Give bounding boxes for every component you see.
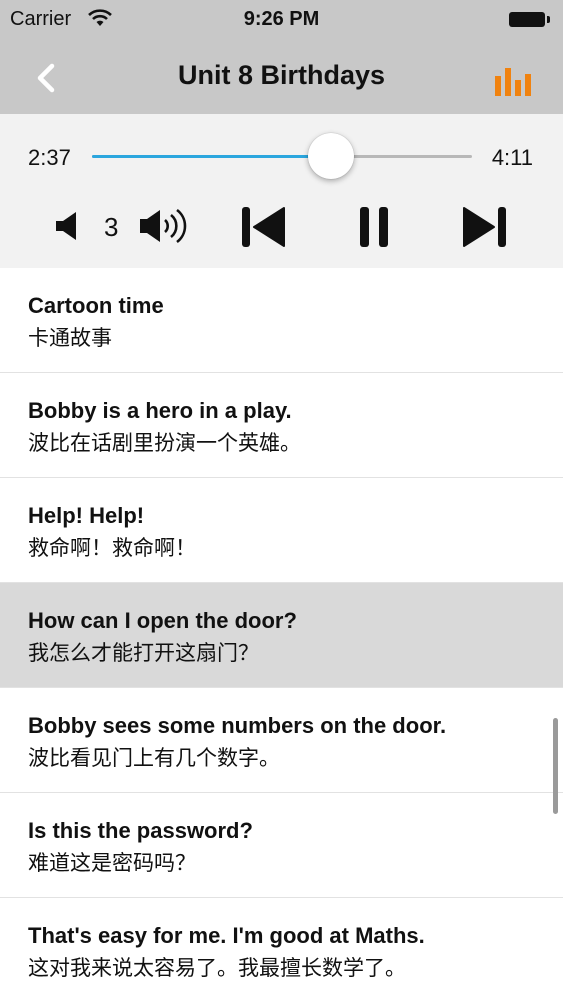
elapsed-time: 2:37 [28,145,71,170]
page-title: Unit 8 Birthdays [177,60,386,90]
chevron-left-icon [37,63,55,93]
sentence-chinese: 波比看见门上有几个数字。 [28,746,280,770]
total-time: 4:11 [491,145,533,170]
list-item[interactable]: That's easy for me. I'm good at Maths. 这… [0,898,563,1000]
battery-icon [509,12,551,27]
volume-down-button[interactable] [54,210,84,242]
progress-thumb[interactable] [308,133,355,179]
speaker-loud-icon [140,208,187,244]
sentence-chinese: 救命啊！救命啊！ [28,536,196,560]
sentence-list[interactable]: Cartoon time 卡通故事 Bobby is a hero in a p… [0,268,563,1000]
sentence-english: Is this the password? [28,818,253,843]
sentence-english: Help! Help! [28,503,145,528]
sentence-chinese: 卡通故事 [28,326,112,350]
list-item[interactable]: Help! Help! 救命啊！救命啊！ [0,478,563,583]
skip-forward-icon [463,207,506,247]
volume-level: 3 [104,212,119,242]
sentence-chinese: 难道这是密码吗？ [28,851,196,875]
status-bar: Carrier 9:26 PM [0,0,563,38]
pause-button[interactable] [358,206,390,248]
skip-back-icon [242,207,285,247]
audio-player: 2:37 4:11 3 [0,114,563,268]
list-item[interactable]: Is this the password? 难道这是密码吗？ [0,793,563,898]
navigation-bar: Unit 8 Birthdays [0,38,563,114]
sentence-chinese: 这对我来说太容易了。我最擅长数学了。 [28,956,406,980]
back-button[interactable] [28,58,68,98]
next-track-button[interactable] [462,206,508,248]
sentence-english: Cartoon time [28,293,164,318]
sentence-english: That's easy for me. I'm good at Maths. [28,923,425,948]
pause-icon [360,207,388,247]
list-item[interactable]: How can I open the door? 我怎么才能打开这扇门？ [0,583,563,688]
scroll-indicator[interactable] [553,718,558,814]
bar-chart-icon [495,68,531,96]
progress-fill [92,155,332,158]
list-item[interactable]: Bobby is a hero in a play. 波比在话剧里扮演一个英雄。 [0,373,563,478]
status-time: 9:26 PM [243,8,320,30]
sentence-english: How can I open the door? [28,608,297,633]
previous-track-button[interactable] [240,206,286,248]
sentence-chinese: 波比在话剧里扮演一个英雄。 [28,431,301,455]
equalizer-button[interactable] [493,68,537,98]
speaker-icon [56,212,76,240]
progress-slider[interactable] [92,133,472,179]
sentence-english: Bobby sees some numbers on the door. [28,713,447,738]
volume-up-button[interactable] [138,204,190,248]
sentence-english: Bobby is a hero in a play. [28,398,292,423]
list-item[interactable]: Bobby sees some numbers on the door. 波比看… [0,688,563,793]
list-item[interactable]: Cartoon time 卡通故事 [0,268,563,373]
sentence-chinese: 我怎么才能打开这扇门？ [28,641,259,665]
